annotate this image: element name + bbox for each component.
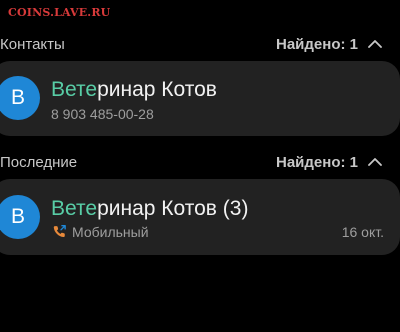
search-results-screen: COINS.LAVE.RU Контакты Найдено: 1 В Вете…: [0, 0, 400, 332]
chevron-up-icon[interactable]: [366, 35, 384, 53]
contacts-found-count: Найдено: 1: [276, 36, 358, 53]
recent-call-card[interactable]: В Ветеринар Котов (3) Мобильный 16 окт.: [0, 179, 400, 255]
contacts-section-title: Контакты: [0, 36, 65, 53]
chevron-up-icon[interactable]: [366, 153, 384, 171]
avatar: В: [0, 195, 40, 239]
contact-card[interactable]: В Ветеринар Котов 8 903 485-00-28: [0, 61, 400, 136]
watermark: COINS.LAVE.RU: [8, 6, 111, 19]
contact-name-highlight: Вете: [51, 78, 98, 101]
contacts-section-header[interactable]: Контакты Найдено: 1: [0, 32, 400, 56]
recent-call-name-highlight: Вете: [51, 197, 98, 220]
outgoing-call-icon: [53, 224, 66, 238]
recent-section-header[interactable]: Последние Найдено: 1: [0, 150, 400, 174]
recent-call-name: Ветеринар Котов (3): [51, 197, 248, 221]
call-date: 16 окт.: [341, 224, 384, 240]
call-type-label: Мобильный: [72, 224, 149, 240]
contact-name: Ветеринар Котов: [51, 78, 217, 102]
recent-section-title: Последние: [0, 154, 78, 171]
recent-call-name-rest: ринар Котов (3): [97, 197, 249, 220]
contact-name-rest: ринар Котов: [97, 78, 217, 101]
recent-found-count: Найдено: 1: [276, 154, 358, 171]
contact-phone: 8 903 485-00-28: [51, 106, 154, 122]
avatar: В: [0, 76, 40, 120]
